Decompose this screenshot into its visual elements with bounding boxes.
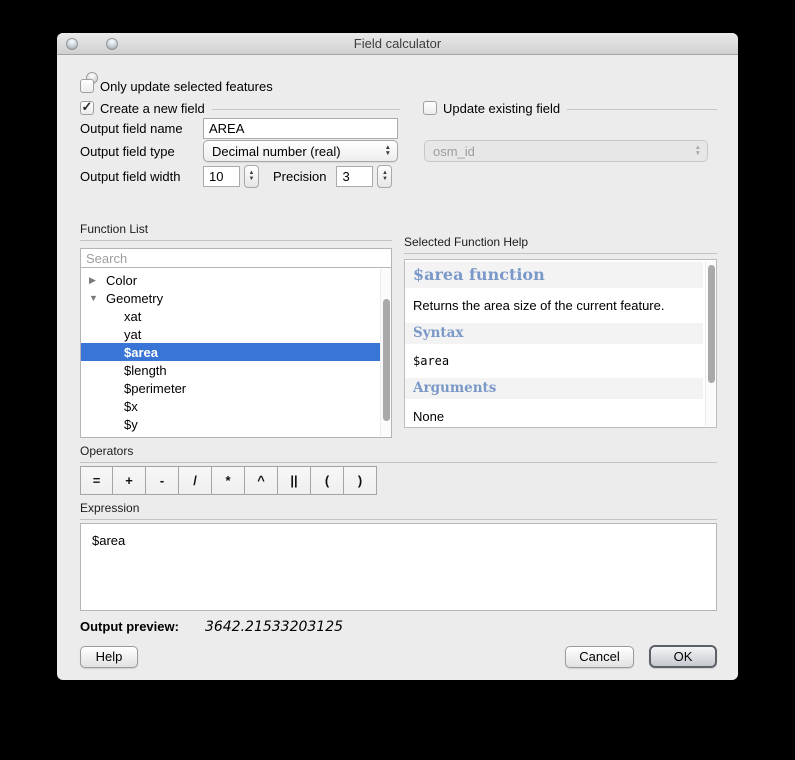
- update-existing-field-checkbox[interactable]: [423, 101, 437, 115]
- operators-row: = + - / * ^ || ( ): [80, 466, 378, 495]
- help-syntax-heading: Syntax: [405, 323, 703, 344]
- precision-input[interactable]: [336, 166, 373, 187]
- tree-item-yat[interactable]: yat: [81, 325, 391, 343]
- output-field-width-input[interactable]: [203, 166, 240, 187]
- title-bar: Field calculator: [57, 33, 738, 55]
- tree-item-length[interactable]: $length: [81, 361, 391, 379]
- ok-button[interactable]: OK: [649, 645, 717, 668]
- tree-item-x[interactable]: $x: [81, 397, 391, 415]
- operator-plus-button[interactable]: +: [113, 466, 146, 495]
- window-title: Field calculator: [354, 36, 441, 51]
- expression-label: Expression: [80, 501, 717, 520]
- cancel-button[interactable]: Cancel: [565, 646, 634, 668]
- operator-open-paren-button[interactable]: (: [311, 466, 344, 495]
- dropdown-arrows-icon: [695, 145, 701, 157]
- help-scrollbar[interactable]: [705, 261, 716, 426]
- precision-stepper[interactable]: [377, 165, 392, 188]
- scrollbar-thumb[interactable]: [708, 265, 715, 383]
- create-new-field-checkbox[interactable]: [80, 101, 94, 115]
- update-existing-field-label: Update existing field: [443, 101, 560, 116]
- tree-group-geometry[interactable]: ▼ Geometry: [81, 289, 391, 307]
- function-list-scrollbar[interactable]: [380, 269, 391, 436]
- field-calculator-dialog: Field calculator Only update selected fe…: [57, 33, 738, 680]
- only-update-selected-label: Only update selected features: [100, 79, 273, 94]
- zoom-icon[interactable]: [106, 38, 118, 50]
- operator-concat-button[interactable]: ||: [278, 466, 311, 495]
- operator-close-paren-button[interactable]: ): [344, 466, 377, 495]
- group-divider-line: [567, 109, 717, 110]
- help-button[interactable]: Help: [80, 646, 138, 668]
- tree-group-color[interactable]: ▶ Color: [81, 271, 391, 289]
- help-arguments-heading: Arguments: [405, 378, 703, 399]
- help-description: Returns the area size of the current fea…: [405, 288, 703, 319]
- help-syntax-code: $area: [405, 344, 703, 374]
- tree-item-perimeter[interactable]: $perimeter: [81, 379, 391, 397]
- existing-field-value: osm_id: [433, 144, 475, 159]
- scrollbar-thumb[interactable]: [383, 299, 390, 421]
- operator-power-button[interactable]: ^: [245, 466, 278, 495]
- function-list-label: Function List: [80, 222, 392, 241]
- width-stepper[interactable]: [244, 165, 259, 188]
- output-field-width-label: Output field width: [80, 169, 203, 184]
- output-preview-value: 3642.21533203125: [205, 619, 343, 635]
- operators-label: Operators: [80, 444, 717, 463]
- group-divider-line: [212, 109, 400, 110]
- output-preview-label: Output preview:: [80, 619, 179, 634]
- operator-divide-button[interactable]: /: [179, 466, 212, 495]
- create-new-field-label: Create a new field: [100, 101, 205, 116]
- help-title: $area function: [405, 262, 703, 288]
- function-help-panel: $area function Returns the area size of …: [404, 259, 717, 428]
- operator-multiply-button[interactable]: *: [212, 466, 245, 495]
- output-field-name-input[interactable]: [203, 118, 398, 139]
- expression-editor[interactable]: $area: [80, 523, 717, 611]
- existing-field-dropdown: osm_id: [424, 140, 708, 162]
- operator-minus-button[interactable]: -: [146, 466, 179, 495]
- operator-equals-button[interactable]: =: [80, 466, 113, 495]
- tree-item-y[interactable]: $y: [81, 415, 391, 433]
- chevron-down-icon[interactable]: ▼: [89, 293, 101, 303]
- output-field-type-label: Output field type: [80, 144, 203, 159]
- output-field-type-dropdown[interactable]: Decimal number (real): [203, 140, 398, 162]
- output-field-name-label: Output field name: [80, 121, 203, 136]
- output-field-type-value: Decimal number (real): [212, 144, 341, 159]
- chevron-right-icon[interactable]: ▶: [89, 275, 101, 286]
- only-update-selected-checkbox[interactable]: [80, 79, 94, 93]
- close-icon[interactable]: [66, 38, 78, 50]
- function-list: ▶ Color ▼ Geometry xat yat $area: [80, 268, 392, 438]
- help-arguments-value: None: [405, 399, 703, 426]
- selected-function-help-label: Selected Function Help: [404, 235, 717, 254]
- precision-label: Precision: [273, 169, 326, 184]
- tree-item-area[interactable]: $area: [81, 343, 391, 361]
- search-input[interactable]: [80, 248, 392, 268]
- tree-item-xat[interactable]: xat: [81, 307, 391, 325]
- dropdown-arrows-icon: [385, 145, 391, 157]
